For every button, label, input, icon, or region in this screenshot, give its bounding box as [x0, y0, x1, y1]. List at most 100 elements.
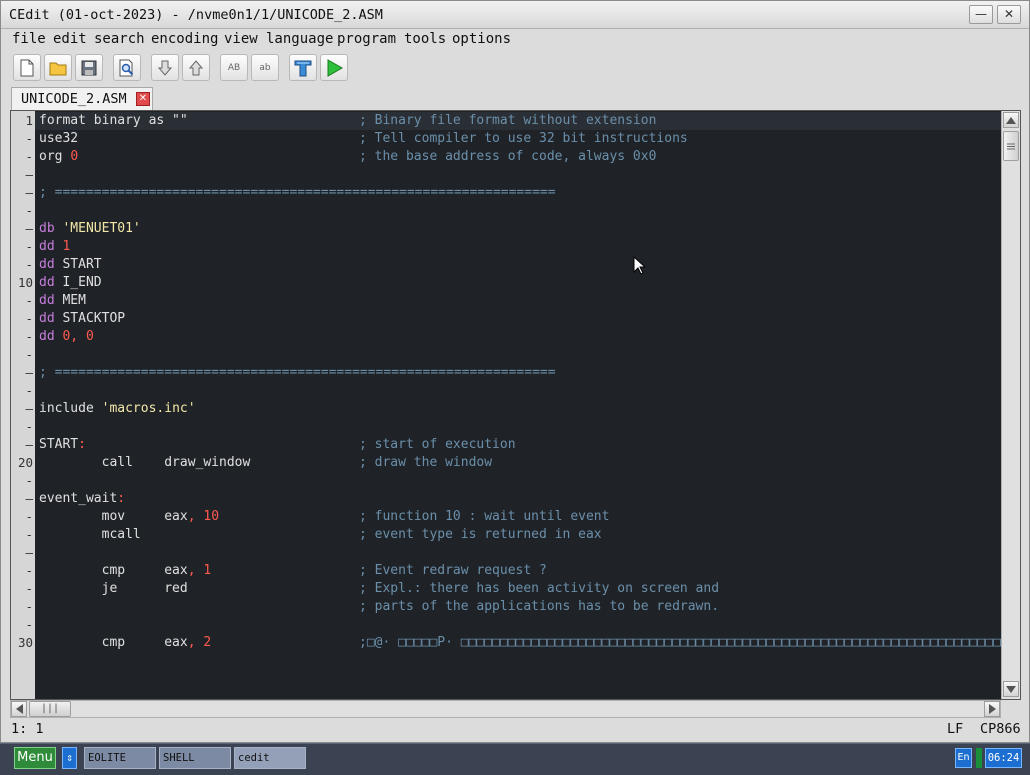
- new-file-button[interactable]: [13, 54, 41, 81]
- code-line[interactable]: mcall ; event type is returned in eax: [35, 526, 1001, 544]
- task-shell[interactable]: SHELL: [159, 747, 231, 769]
- move-up-button[interactable]: [182, 54, 210, 81]
- line-number: -: [25, 473, 33, 488]
- code-line[interactable]: mov eax, 10 ; function 10 : wait until ev…: [35, 508, 1001, 526]
- code-line[interactable]: db 'MENUET01': [35, 220, 1001, 238]
- editor-window: CEdit (01-oct-2023) - /nvme0n1/1/UNICODE…: [0, 0, 1030, 743]
- code-line[interactable]: [35, 166, 1001, 184]
- code-token: mcall: [39, 527, 141, 542]
- code-line[interactable]: [35, 472, 1001, 490]
- line-number: -: [25, 257, 33, 272]
- task-eolite[interactable]: EOLITE: [84, 747, 156, 769]
- find-button[interactable]: [113, 54, 141, 81]
- code-token: I_END: [62, 275, 102, 290]
- line-number: -: [25, 311, 33, 326]
- code-line[interactable]: [35, 544, 1001, 562]
- code-line[interactable]: START: ; start of execution: [35, 436, 1001, 454]
- menu-options[interactable]: options: [452, 31, 511, 47]
- code-token: ,: [187, 635, 204, 650]
- code-line[interactable]: [35, 202, 1001, 220]
- code-line[interactable]: call draw_window ; draw the window: [35, 454, 1001, 472]
- new-file-icon: [20, 59, 34, 76]
- code-line[interactable]: je red ; Expl.: there has been activity o…: [35, 580, 1001, 598]
- horizontal-scrollbar[interactable]: |||: [10, 700, 1001, 718]
- horizontal-scroll-thumb[interactable]: |||: [29, 701, 71, 717]
- compile-button[interactable]: [289, 54, 317, 81]
- line-number: 1: [25, 113, 33, 128]
- menu-search[interactable]: search: [94, 31, 145, 47]
- menu-edit[interactable]: edit: [53, 31, 87, 47]
- code-token: ,: [187, 563, 204, 578]
- code-instruction: dd 1: [39, 238, 70, 256]
- close-button[interactable]: ✕: [997, 5, 1021, 24]
- code-line[interactable]: [35, 382, 1001, 400]
- switch-icon[interactable]: ⇕: [62, 747, 77, 769]
- code-line[interactable]: dd START: [35, 256, 1001, 274]
- code-comment: ; Tell compiler to use 32 bit instructio…: [359, 131, 688, 146]
- open-button[interactable]: [44, 54, 72, 81]
- line-number: 20: [17, 455, 33, 470]
- menu-program[interactable]: program: [337, 31, 396, 47]
- code-comment: ; Binary file format without extension: [359, 113, 657, 128]
- code-token: START: [62, 257, 102, 272]
- menu-view[interactable]: view: [224, 31, 258, 47]
- tab-unicode-asm[interactable]: UNICODE_2.ASM ✕: [11, 87, 153, 110]
- code-token: STACKTOP: [62, 311, 126, 326]
- code-token: 0, 0: [62, 329, 94, 344]
- code-line[interactable]: ; ======================================…: [35, 184, 1001, 202]
- code-token: 1: [62, 239, 71, 254]
- title-bar[interactable]: CEdit (01-oct-2023) - /nvme0n1/1/UNICODE…: [1, 1, 1029, 29]
- code-token: 'macros.inc': [101, 401, 196, 416]
- keyboard-layout-indicator[interactable]: En: [955, 748, 972, 768]
- uppercase-button[interactable]: AB: [220, 54, 248, 81]
- code-line[interactable]: dd MEM: [35, 292, 1001, 310]
- vertical-scroll-thumb[interactable]: [1003, 131, 1019, 161]
- minimize-button[interactable]: —: [969, 5, 993, 24]
- code-line[interactable]: event_wait:: [35, 490, 1001, 508]
- code-instruction: START:: [39, 436, 86, 454]
- code-line[interactable]: use32 ; Tell compiler to use 32 bit instr…: [35, 130, 1001, 148]
- scroll-down-icon[interactable]: [1003, 681, 1019, 697]
- arrow-down-icon: [157, 60, 173, 76]
- code-line[interactable]: ; ======================================…: [35, 364, 1001, 382]
- code-line[interactable]: include 'macros.inc': [35, 400, 1001, 418]
- code-line[interactable]: dd I_END: [35, 274, 1001, 292]
- line-number: -: [25, 419, 33, 434]
- code-line[interactable]: cmp eax, 1 ; Event redraw request ?: [35, 562, 1001, 580]
- code-line[interactable]: cmp eax, 2 ;□@· □□□□□P· □□□□□□□□□□□□□□□□□…: [35, 634, 1001, 652]
- code-line[interactable]: dd STACKTOP: [35, 310, 1001, 328]
- run-button[interactable]: [320, 54, 348, 81]
- task-cedit[interactable]: cedit: [234, 747, 306, 769]
- code-comment: ; event type is returned in eax: [359, 527, 602, 542]
- code-line[interactable]: ; parts of the applications has to be re…: [35, 598, 1001, 616]
- move-down-button[interactable]: [151, 54, 179, 81]
- code-line[interactable]: dd 1: [35, 238, 1001, 256]
- code-line[interactable]: [35, 346, 1001, 364]
- scroll-left-icon[interactable]: [11, 701, 27, 717]
- menu-language[interactable]: language: [266, 31, 333, 47]
- find-icon: [119, 59, 134, 76]
- code-line[interactable]: dd 0, 0: [35, 328, 1001, 346]
- line-number: -: [25, 203, 33, 218]
- code-line[interactable]: org 0 ; the base address of code, always …: [35, 148, 1001, 166]
- tab-close-icon[interactable]: ✕: [136, 92, 150, 106]
- menu-tools[interactable]: tools: [404, 31, 446, 47]
- scroll-right-icon[interactable]: [984, 701, 1000, 717]
- menu-file[interactable]: file: [12, 31, 46, 47]
- scroll-up-icon[interactable]: [1003, 112, 1019, 128]
- code-area[interactable]: format binary as "" ; Binary file format …: [35, 111, 1001, 699]
- code-editor[interactable]: 1- - — — - — - -10- - - - — - — - —20- — - - — - - - -30 format…: [10, 110, 1021, 700]
- start-menu-button[interactable]: Menu: [14, 747, 56, 769]
- code-token: org: [39, 149, 71, 164]
- line-number: -: [25, 131, 33, 146]
- menu-encoding[interactable]: encoding: [151, 31, 218, 47]
- code-line[interactable]: [35, 418, 1001, 436]
- lowercase-button[interactable]: ab: [251, 54, 279, 81]
- vertical-scrollbar[interactable]: [1001, 111, 1020, 699]
- line-ending[interactable]: LF: [947, 721, 963, 737]
- encoding-indicator[interactable]: CP866: [980, 721, 1021, 737]
- code-comment: ; Expl.: there has been activity on scre…: [359, 581, 720, 596]
- save-button[interactable]: [75, 54, 103, 81]
- code-line[interactable]: [35, 616, 1001, 634]
- code-line[interactable]: format binary as "" ; Binary file format …: [35, 112, 1001, 130]
